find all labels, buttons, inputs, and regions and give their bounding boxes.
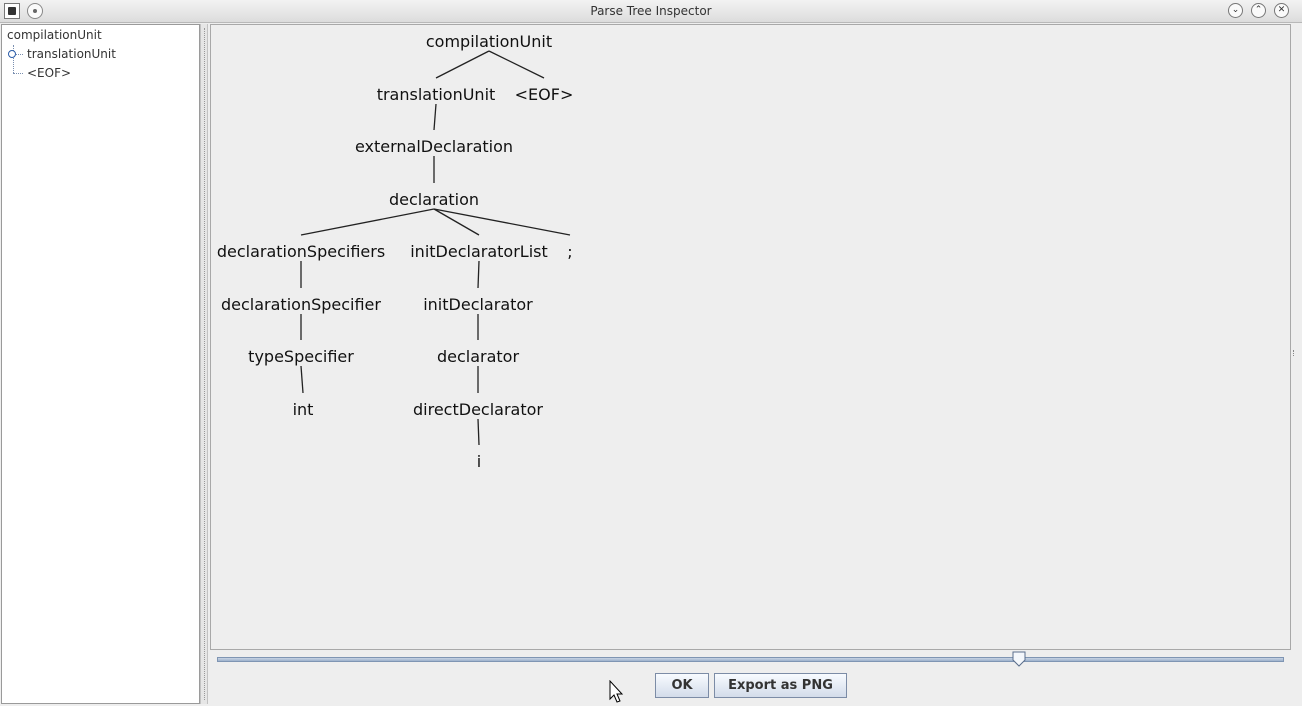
tree-node-label: declaration <box>389 190 479 209</box>
tree-edge <box>477 260 480 289</box>
tree-node-label: int <box>293 400 314 419</box>
tree-node-label: declarationSpecifiers <box>217 242 385 261</box>
expand-handle-icon[interactable] <box>8 50 16 58</box>
title-bar: Parse Tree Inspector ⌄ ⌃ ✕ <box>0 0 1302 23</box>
resize-grip[interactable] <box>1293 350 1297 356</box>
tree-node-eof[interactable]: <EOF> <box>27 66 71 80</box>
tree-edge <box>477 418 480 446</box>
maximize-icon[interactable]: ⌃ <box>1251 3 1266 18</box>
tree-node-label: directDeclarator <box>413 400 543 419</box>
tree-node-label: typeSpecifier <box>248 347 354 366</box>
tree-node-label: translationUnit <box>377 85 496 104</box>
tree-node-label: initDeclaratorList <box>410 242 548 261</box>
parse-tree-graph: compilationUnit translationUnit <EOF> exter… <box>217 32 574 471</box>
tree-node-label: initDeclarator <box>423 295 533 314</box>
tree-edge <box>300 365 304 394</box>
tree-edge <box>433 208 571 236</box>
tree-edge <box>488 50 545 79</box>
zoom-slider-thumb[interactable] <box>1012 651 1026 667</box>
tree-edge <box>435 50 490 79</box>
tree-node-label: declarator <box>437 347 519 366</box>
split-pane-divider[interactable] <box>200 24 208 704</box>
tree-connector <box>13 73 23 75</box>
tree-connector <box>13 45 15 73</box>
close-icon[interactable]: ✕ <box>1274 3 1289 18</box>
tree-node-label: <EOF> <box>515 85 574 104</box>
window-title: Parse Tree Inspector <box>590 4 712 18</box>
mouse-cursor-icon <box>609 680 624 703</box>
tree-node-root[interactable]: compilationUnit <box>7 28 102 42</box>
tree-node-label: ; <box>567 242 572 261</box>
tree-node-label: compilationUnit <box>426 32 552 51</box>
parse-tree-canvas[interactable]: compilationUnit translationUnit <EOF> exter… <box>210 24 1291 650</box>
ok-button[interactable]: OK <box>655 673 709 698</box>
tree-node-label: externalDeclaration <box>355 137 513 156</box>
zoom-slider[interactable] <box>217 657 1284 662</box>
export-png-button[interactable]: Export as PNG <box>714 673 847 698</box>
tree-node-label: i <box>477 452 481 471</box>
divider-grip <box>204 28 206 700</box>
tree-edge <box>433 103 437 131</box>
minimize-icon[interactable]: ⌄ <box>1228 3 1243 18</box>
tree-view-panel[interactable]: compilationUnit translationUnit <EOF> <box>1 24 200 704</box>
tree-node-translation-unit[interactable]: translationUnit <box>27 47 116 61</box>
tree-edge <box>300 208 435 236</box>
tree-node-label: declarationSpecifier <box>221 295 381 314</box>
